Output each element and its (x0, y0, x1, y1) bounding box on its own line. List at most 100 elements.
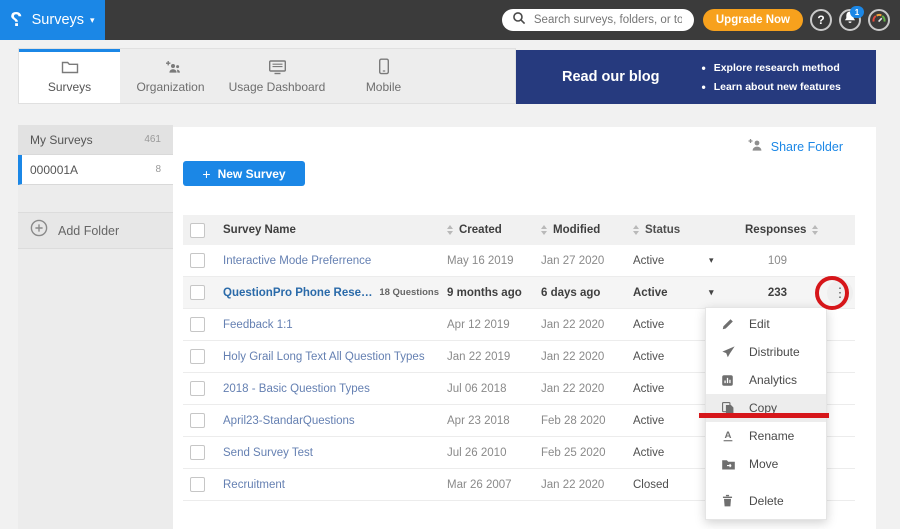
product-menu-label: Surveys (32, 12, 84, 28)
table-row[interactable]: QuestionPro Phone Research 18 Questions 9… (183, 277, 855, 309)
row-checkbox[interactable] (190, 349, 205, 364)
section-tab-bar: Surveys Organization Usage Dashboard Mob… (18, 48, 516, 104)
sidebar-folder-000001a[interactable]: 000001A 8 (18, 155, 173, 185)
menu-item-move[interactable]: Move (706, 450, 826, 478)
tab-usage-dashboard[interactable]: Usage Dashboard (221, 49, 333, 103)
status-dropdown-caret[interactable]: ▾ (709, 287, 714, 298)
status-cell: Closed (625, 479, 701, 491)
svg-text:A: A (725, 430, 732, 441)
menu-item-edit[interactable]: Edit (706, 310, 826, 338)
blog-banner[interactable]: Read our blog Explore research methodLea… (516, 50, 876, 104)
select-all-checkbox[interactable] (190, 223, 205, 238)
modified-cell: 6 days ago (533, 287, 625, 299)
header-created[interactable]: Created (439, 224, 533, 236)
row-checkbox[interactable] (190, 477, 205, 492)
survey-name-link[interactable]: QuestionPro Phone Research (223, 287, 373, 299)
notification-badge: 1 (850, 6, 864, 18)
status-cell: Active (625, 319, 701, 331)
row-checkbox[interactable] (190, 445, 205, 460)
created-cell: Jul 06 2018 (439, 383, 533, 395)
created-cell: May 16 2019 (439, 255, 533, 267)
usage-meter-button[interactable] (868, 9, 890, 31)
gauge-icon (871, 11, 887, 30)
new-survey-label: New Survey (218, 167, 286, 181)
sidebar-folder-my-surveys[interactable]: My Surveys 461 (18, 125, 173, 155)
status-cell: Active (625, 447, 701, 459)
status-cell: Active (625, 415, 701, 427)
modified-cell: Jan 22 2020 (533, 351, 625, 363)
menu-item-analytics[interactable]: Analytics (706, 366, 826, 394)
header-status[interactable]: Status (625, 224, 701, 236)
status-cell: Active (625, 255, 701, 267)
row-checkbox[interactable] (190, 413, 205, 428)
menu-item-distribute[interactable]: Distribute (706, 338, 826, 366)
blog-banner-bullets: Explore research methodLearn about new f… (701, 61, 840, 94)
sort-icon[interactable] (633, 225, 639, 235)
header-survey-name[interactable]: Survey Name (215, 224, 439, 236)
app-window: ? Surveys ▾ Upgrade Now ? 1 Surveys Orga… (0, 0, 900, 529)
survey-name-link[interactable]: April23-StandarQuestions (223, 415, 355, 427)
top-bar: ? Surveys ▾ Upgrade Now ? 1 (0, 0, 900, 40)
survey-name-link[interactable]: Holy Grail Long Text All Question Types (223, 351, 425, 363)
status-cell: Active (625, 351, 701, 363)
sort-icon[interactable] (812, 225, 818, 235)
survey-name-link[interactable]: 2018 - Basic Question Types (223, 383, 370, 395)
status-cell: Active (625, 383, 701, 395)
row-checkbox[interactable] (190, 253, 205, 268)
sort-icon[interactable] (541, 225, 547, 235)
header-responses[interactable]: Responses (733, 224, 795, 236)
person-plus-icon (746, 138, 763, 157)
notifications-button[interactable]: 1 (839, 9, 861, 31)
share-folder-label: Share Folder (771, 140, 843, 154)
trash-icon (721, 494, 736, 508)
survey-name-link[interactable]: Interactive Mode Preferrence (223, 255, 371, 267)
blog-banner-title: Read our blog (562, 69, 659, 85)
row-checkbox[interactable] (190, 317, 205, 332)
menu-item-rename[interactable]: A Rename (706, 422, 826, 450)
upgrade-now-button[interactable]: Upgrade Now (703, 9, 803, 31)
topbar-icon-group: ? 1 (803, 9, 900, 31)
tab-organization[interactable]: Organization (120, 49, 221, 103)
created-cell: Mar 26 2007 (439, 479, 533, 491)
created-cell: 9 months ago (439, 287, 533, 299)
row-checkbox[interactable] (190, 381, 205, 396)
product-menu[interactable]: ? Surveys ▾ (0, 0, 105, 40)
folder-count: 461 (144, 134, 161, 145)
sort-icon[interactable] (447, 225, 453, 235)
add-folder-button[interactable]: Add Folder (18, 212, 173, 249)
tab-mobile[interactable]: Mobile (333, 49, 434, 103)
plus-icon: + (202, 166, 210, 182)
table-header-row: Survey Name Created Modified Status Resp… (183, 215, 855, 245)
chevron-down-icon: ▾ (90, 15, 95, 26)
paper-plane-icon (721, 345, 736, 359)
survey-name-link[interactable]: Recruitment (223, 479, 285, 491)
status-cell: Active (625, 287, 701, 299)
survey-name-link[interactable]: Send Survey Test (223, 447, 313, 459)
responses-cell: 109 (733, 255, 795, 267)
folder-move-icon (721, 458, 736, 471)
header-modified[interactable]: Modified (533, 224, 625, 236)
global-search[interactable] (502, 9, 694, 31)
questionpro-logo-icon: ? (10, 9, 22, 32)
tab-surveys[interactable]: Surveys (19, 49, 120, 103)
plus-circle-icon (30, 219, 48, 242)
help-button[interactable]: ? (810, 9, 832, 31)
share-folder-link[interactable]: Share Folder (173, 127, 876, 155)
pencil-icon (721, 317, 736, 331)
status-dropdown-caret[interactable]: ▾ (709, 255, 714, 266)
row-checkbox[interactable] (190, 285, 205, 300)
created-cell: Apr 12 2019 (439, 319, 533, 331)
modified-cell: Feb 25 2020 (533, 447, 625, 459)
annotation-red-circle (815, 276, 849, 310)
new-survey-button[interactable]: + New Survey (183, 161, 305, 186)
display-icon (268, 58, 287, 75)
question-count-badge: 18 Questions (379, 287, 439, 298)
survey-name-link[interactable]: Feedback 1:1 (223, 319, 293, 331)
created-cell: Apr 23 2018 (439, 415, 533, 427)
table-row[interactable]: Interactive Mode Preferrence May 16 2019… (183, 245, 855, 277)
people-plus-icon (161, 58, 181, 75)
modified-cell: Jan 22 2020 (533, 479, 625, 491)
menu-item-delete[interactable]: Delete (706, 487, 826, 515)
responses-cell: 233 (733, 287, 795, 299)
search-input[interactable] (532, 13, 684, 27)
